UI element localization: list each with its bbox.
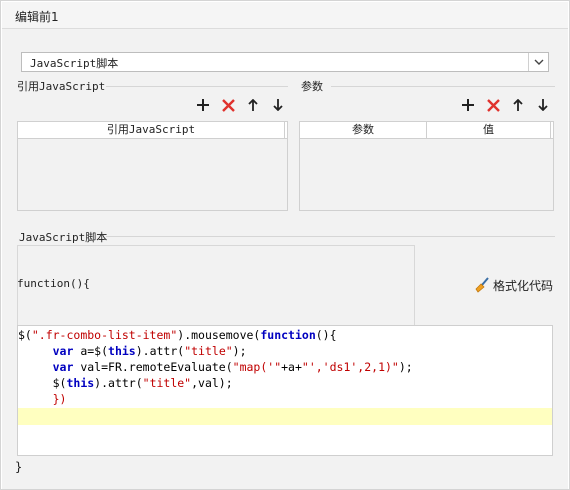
move-down-ref-js-button[interactable] (269, 96, 287, 114)
code-line-4: $(this).attr("title",val); (18, 376, 233, 390)
function-header: function(){ (17, 277, 90, 290)
ref-js-table[interactable]: 引用JavaScript (17, 121, 288, 211)
title-bar: 编辑前1 (2, 2, 568, 29)
add-ref-js-button[interactable] (194, 96, 212, 114)
code-editor[interactable]: $(".fr-combo-list-item").mousemove(funct… (17, 325, 553, 456)
arrow-down-icon (273, 99, 283, 111)
arrow-up-icon (248, 99, 258, 111)
chevron-down-icon[interactable] (528, 53, 548, 71)
script-section-label: JavaScript脚本 (19, 231, 108, 244)
move-down-param-button[interactable] (534, 96, 552, 114)
ref-js-toolbar (194, 96, 290, 114)
move-up-param-button[interactable] (509, 96, 527, 114)
ref-js-table-header: 引用JavaScript (18, 122, 287, 139)
plus-icon (462, 99, 474, 111)
format-code-label: 格式化代码 (493, 278, 554, 293)
params-label: 参数 (301, 80, 323, 93)
params-toolbar (459, 96, 555, 114)
add-param-button[interactable] (459, 96, 477, 114)
param-name-column-header[interactable]: 参数 (300, 122, 427, 138)
function-closing-brace: } (15, 460, 23, 474)
code-line-5: }) (52, 392, 67, 406)
code-line-1: $(".fr-combo-list-item").mousemove(funct… (18, 328, 337, 342)
script-type-value: JavaScript脚本 (30, 57, 119, 70)
delete-ref-js-button[interactable] (219, 96, 237, 114)
format-code-button[interactable]: 格式化代码 (474, 276, 553, 294)
red-x-icon (221, 98, 235, 112)
params-table-header: 参数 值 (300, 122, 553, 139)
broom-icon (475, 277, 489, 293)
current-line-highlight (18, 408, 552, 425)
window-title: 编辑前1 (15, 10, 59, 24)
ref-js-column-header[interactable]: 引用JavaScript (18, 122, 285, 138)
param-value-column-header[interactable]: 值 (427, 122, 551, 138)
move-up-ref-js-button[interactable] (244, 96, 262, 114)
ref-js-separator (106, 86, 288, 87)
script-separator (106, 236, 555, 237)
params-table[interactable]: 参数 值 (299, 121, 554, 211)
delete-param-button[interactable] (484, 96, 502, 114)
params-separator (331, 86, 555, 87)
ref-js-label: 引用JavaScript (17, 80, 106, 93)
script-type-select[interactable]: JavaScript脚本 (21, 52, 549, 72)
arrow-up-icon (513, 99, 523, 111)
red-x-icon (486, 98, 500, 112)
arrow-down-icon (538, 99, 548, 111)
plus-icon (197, 99, 209, 111)
code-line-3: var val=FR.remoteEvaluate("map('"+a+"','… (52, 360, 413, 374)
code-line-2: var a=$(this).attr("title"); (52, 344, 247, 358)
